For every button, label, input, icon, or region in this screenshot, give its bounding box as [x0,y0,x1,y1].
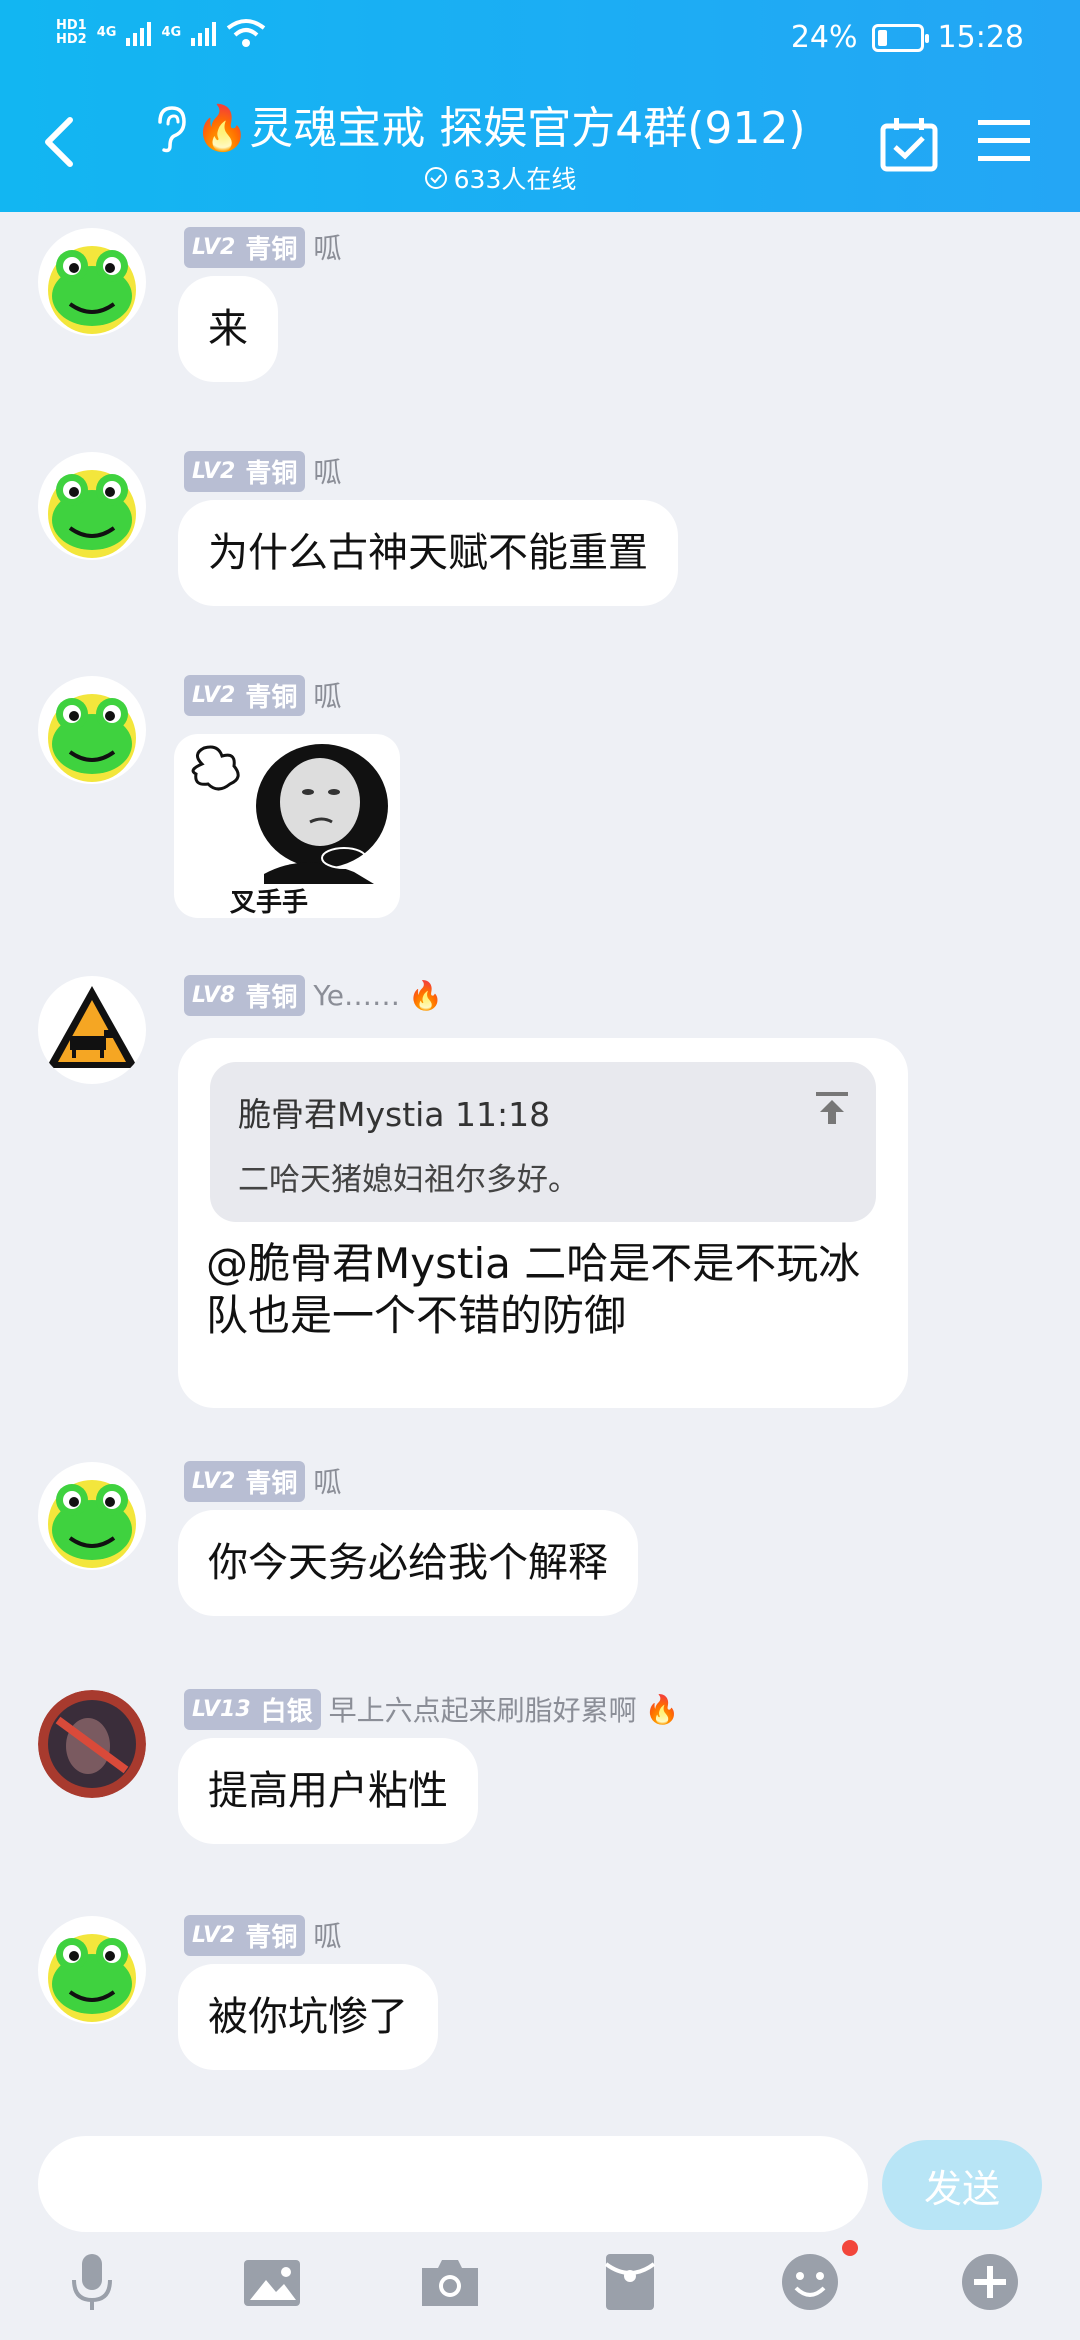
send-button[interactable]: 发送 [882,2140,1042,2230]
battery-percent: 24% [790,20,858,55]
frog-avatar-icon [38,1462,146,1570]
frog-avatar-icon [38,1916,146,2024]
sender-meta: LV8 青铜 Ye…… 🔥 [184,974,443,1016]
photo-avatar-icon [38,1690,146,1798]
level-rank: 青铜 [245,682,298,713]
avatar[interactable] [38,1690,146,1798]
avatar[interactable] [38,976,146,1084]
sticker-image[interactable]: 叉手手 [174,734,400,918]
online-count: 633人在线 [150,160,850,196]
sender-nickname[interactable]: Ye…… [313,979,400,1012]
level-rank: 青铜 [245,1922,298,1953]
signal-icon-2 [191,20,217,46]
sender-meta: LV13 白银 早上六点起来刷脂好累啊 🔥 [184,1688,680,1730]
frog-avatar-icon [38,676,146,784]
level-rank: 青铜 [245,458,298,489]
calendar-check-icon[interactable] [880,116,938,172]
battery-icon [871,23,929,52]
chat-header: HD1 HD2 4G 4G 24% 15:28 🔥灵魂宝戒 探娱官方4群(912… [0,0,1080,212]
message-text: @脆骨君Mystia 二哈是不是不玩冰队也是一个不错的防御 [206,1239,861,1340]
level-number: LV8 [192,982,236,1008]
wifi-icon [226,19,266,47]
message-bubble[interactable]: 被你坑惨了 [178,1964,438,2070]
avatar[interactable] [38,452,146,560]
level-number: LV2 [192,234,236,260]
level-badge: LV13 白银 [184,1688,321,1730]
sender-nickname[interactable]: 呱 [313,675,341,715]
level-badge: LV2 青铜 [184,226,306,268]
level-rank: 青铜 [245,1468,298,1499]
status-bar: HD1 HD2 4G 4G 24% 15:28 [0,18,1080,58]
level-rank: 白银 [260,1696,313,1727]
level-badge: LV2 青铜 [184,450,306,492]
sender-meta: LV2 青铜 呱 [184,674,341,716]
avatar[interactable] [38,1462,146,1570]
camera-icon[interactable] [418,2250,482,2314]
network-type-2: 4G [161,25,182,40]
plus-icon[interactable] [958,2250,1022,2314]
message-bubble[interactable]: 提高用户粘性 [178,1738,478,1844]
signal-icon [126,20,152,46]
level-rank: 青铜 [245,234,298,265]
back-icon[interactable] [40,112,80,172]
notification-dot [842,2240,858,2256]
emoji-icon[interactable] [778,2250,842,2314]
reply-quote-card[interactable]: 脆骨君Mystia 11:18 二哈天猪媳妇祖尔多好。 [210,1062,876,1222]
cow-warning-avatar-icon [38,976,146,1084]
level-number: LV2 [192,1922,236,1948]
group-title[interactable]: 🔥灵魂宝戒 探娱官方4群(912) 633人在线 [150,92,850,196]
frog-avatar-icon [38,452,146,560]
message-bubble[interactable]: 来 [178,276,278,382]
hd2-label: HD2 [56,32,87,47]
avatar[interactable] [38,676,146,784]
sender-meta: LV2 青铜 呱 [184,450,341,492]
level-badge: LV2 青铜 [184,674,306,716]
microphone-icon[interactable] [60,2250,124,2314]
avatar[interactable] [38,1916,146,2024]
message-input[interactable] [38,2136,868,2232]
level-badge: LV2 青铜 [184,1460,306,1502]
jump-to-top-icon[interactable] [814,1090,850,1126]
level-badge: LV8 青铜 [184,974,306,1016]
avatar[interactable] [38,228,146,336]
message-bubble[interactable]: 你今天务必给我个解释 [178,1510,638,1616]
level-number: LV13 [192,1696,251,1722]
reply-quote-text: 二哈天猪媳妇祖尔多好。 [238,1162,579,1198]
online-label: 633人在线 [453,165,577,194]
frog-avatar-icon [38,228,146,336]
level-number: LV2 [192,1468,236,1494]
hd1-label: HD1 [56,18,87,33]
flame-icon: 🔥 [407,978,443,1012]
sender-nickname[interactable]: 呱 [313,451,341,491]
level-rank: 青铜 [245,982,298,1013]
sender-meta: LV2 青铜 呱 [184,1460,341,1502]
reply-author: 脆骨君Mystia 11:18 [238,1095,551,1134]
level-number: LV2 [192,458,236,484]
network-type-1: 4G [96,25,117,40]
sticker-caption: 叉手手 [230,888,309,918]
online-icon [424,167,447,189]
red-packet-icon[interactable] [598,2250,662,2314]
menu-icon[interactable] [978,118,1030,164]
sender-nickname[interactable]: 早上六点起来刷脂好累啊 [329,1689,637,1729]
message-bubble[interactable]: 为什么古神天赋不能重置 [178,500,678,606]
sender-nickname[interactable]: 呱 [313,227,341,267]
composer-toolbar [0,2240,1080,2340]
clock: 15:28 [937,20,1024,55]
level-badge: LV2 青铜 [184,1914,306,1956]
sender-meta: LV2 青铜 呱 [184,226,341,268]
sender-meta: LV2 青铜 呱 [184,1914,341,1956]
sender-nickname[interactable]: 呱 [313,1461,341,1501]
flame-icon: 🔥 [644,1692,680,1726]
sim-indicator: HD1 HD2 [56,19,87,47]
group-name: 🔥灵魂宝戒 探娱官方4群(912) [194,103,806,154]
image-icon[interactable] [240,2250,304,2314]
level-number: LV2 [192,682,236,708]
sender-nickname[interactable]: 呱 [313,1915,341,1955]
